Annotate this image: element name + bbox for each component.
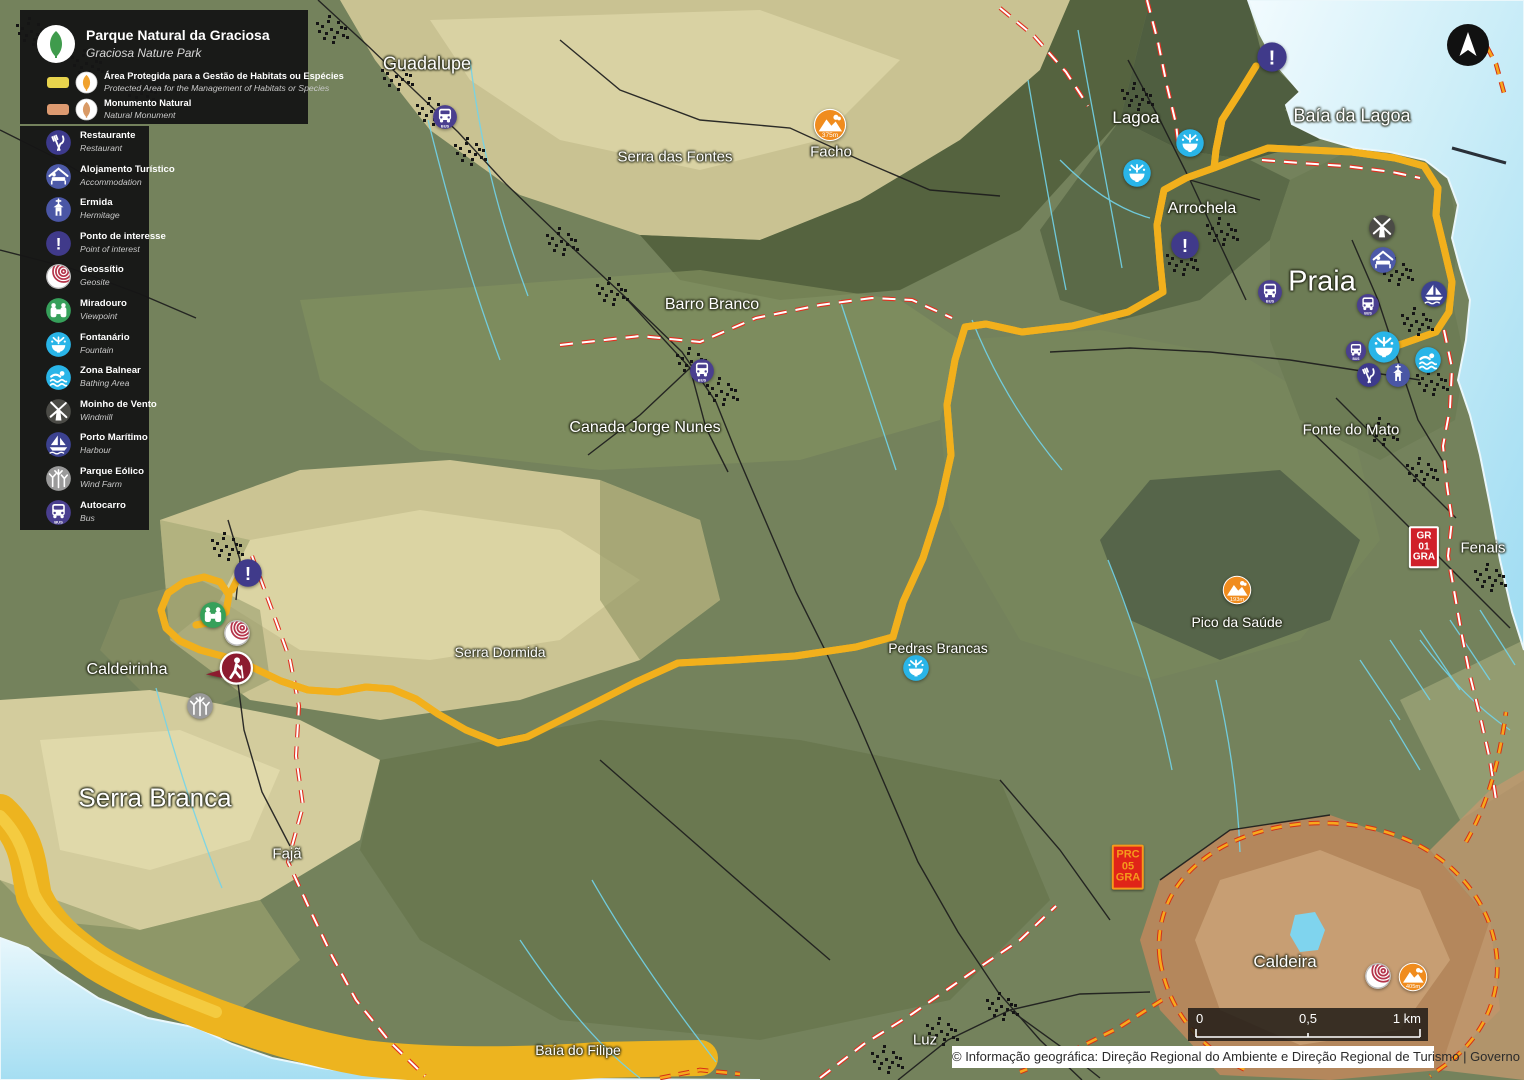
legend-item-sublabel: Hermitage: [80, 210, 120, 220]
legend-item-label: Alojamento Turístico: [80, 164, 175, 175]
legend-item-sublabel: Windmill: [80, 412, 112, 422]
legend-item-accommodation: Alojamento Turístico Accommodation: [20, 160, 149, 194]
windfarm-icon: [45, 465, 72, 492]
poi-icon: !: [45, 230, 72, 257]
legend-item-harbour: Porto Marítimo Harbour: [20, 428, 149, 462]
viewpoint-icon: [45, 297, 72, 324]
legend-item-bathing: Zona Balnear Bathing Area: [20, 361, 149, 395]
scale-tick-05: 0,5: [1299, 1011, 1317, 1026]
area-label: Monumento Natural: [104, 98, 191, 108]
area-label: Área Protegida para a Gestão de Habitats…: [104, 71, 344, 81]
legend-item-sublabel: Fountain: [80, 345, 113, 355]
legend-item-label: Restaurante: [80, 130, 135, 141]
legend-item-poi: ! Ponto de interesse Point of interest: [20, 227, 149, 261]
legend-item-geosite: Geossítio Geosite: [20, 260, 149, 294]
leaf-icon: [75, 71, 98, 94]
legend-subtitle: Graciosa Nature Park: [86, 46, 201, 60]
legend-area-protected-area: Área Protegida para a Gestão de Habitats…: [20, 70, 308, 96]
scale-bar: 0 0,5 1 km: [1188, 1008, 1428, 1041]
bus-icon: BUS: [45, 499, 72, 526]
legend-header: Parque Natural da Graciosa Graciosa Natu…: [20, 10, 308, 124]
legend-item-label: Porto Marítimo: [80, 432, 148, 443]
area-color-swatch: [47, 77, 69, 88]
legend-item-label: Moinho de Vento: [80, 399, 157, 410]
legend-item-windfarm: Parque Eólico Wind Farm: [20, 462, 149, 496]
legend-item-sublabel: Accommodation: [80, 177, 142, 187]
fountain-icon: [45, 331, 72, 358]
legend-item-fountain: Fontanário Fountain: [20, 328, 149, 362]
legend-item-label: Miradouro: [80, 298, 127, 309]
svg-text:BUS: BUS: [54, 519, 63, 524]
legend-item-windmill: Moinho de Vento Windmill: [20, 395, 149, 429]
legend-item-bus: BUS Autocarro Bus: [20, 496, 149, 530]
accommodation-icon: [45, 163, 72, 190]
terrain-graphic: [0, 0, 1524, 1080]
attribution-bar: © Informação geográfica: Direção Regiona…: [952, 1046, 1434, 1068]
legend-item-restaurant: Restaurante Restaurant: [20, 126, 149, 160]
legend-item-label: Parque Eólico: [80, 466, 144, 477]
hermitage-icon: [45, 196, 72, 223]
legend-item-label: Geossítio: [80, 264, 124, 275]
legend-item-sublabel: Point of interest: [80, 244, 140, 254]
legend-item-sublabel: Harbour: [80, 445, 111, 455]
geosite-icon: [45, 263, 72, 290]
legend-item-sublabel: Bathing Area: [80, 378, 129, 388]
legend-item-label: Autocarro: [80, 500, 126, 511]
scale-tick-0: 0: [1196, 1011, 1203, 1026]
park-logo-icon: [36, 24, 76, 64]
scale-tick-1km: 1 km: [1393, 1011, 1421, 1026]
legend-item-label: Fontanário: [80, 332, 130, 343]
area-sublabel: Protected Area for the Management of Hab…: [104, 83, 329, 93]
legend-item-viewpoint: Miradouro Viewpoint: [20, 294, 149, 328]
area-color-swatch: [47, 104, 69, 115]
restaurant-icon: [45, 129, 72, 156]
windmill-icon: [45, 398, 72, 425]
legend-item-label: Ermida: [80, 197, 113, 208]
legend-symbol-list: Restaurante Restaurant Alojamento Turíst…: [20, 126, 149, 530]
legend-item-sublabel: Wind Farm: [80, 479, 122, 489]
legend-item-hermitage: Ermida Hermitage: [20, 193, 149, 227]
svg-text:!: !: [56, 234, 62, 253]
legend-item-sublabel: Geosite: [80, 277, 110, 287]
legend-item-sublabel: Viewpoint: [80, 311, 117, 321]
leaf-icon: [75, 98, 98, 121]
legend-item-sublabel: Restaurant: [80, 143, 122, 153]
harbour-icon: [45, 431, 72, 458]
north-arrow-icon: [1446, 23, 1490, 67]
legend-item-label: Zona Balnear: [80, 365, 141, 376]
map-canvas: GuadalupeSerra das FontesFachoLagoaBaía …: [0, 0, 1524, 1080]
legend-title: Parque Natural da Graciosa: [86, 27, 270, 43]
bathing-icon: [45, 364, 72, 391]
area-sublabel: Natural Monument: [104, 110, 175, 120]
legend-area-natural-monument: Monumento Natural Natural Monument: [20, 97, 308, 123]
legend-item-label: Ponto de interesse: [80, 231, 166, 242]
legend-item-sublabel: Bus: [80, 513, 95, 523]
